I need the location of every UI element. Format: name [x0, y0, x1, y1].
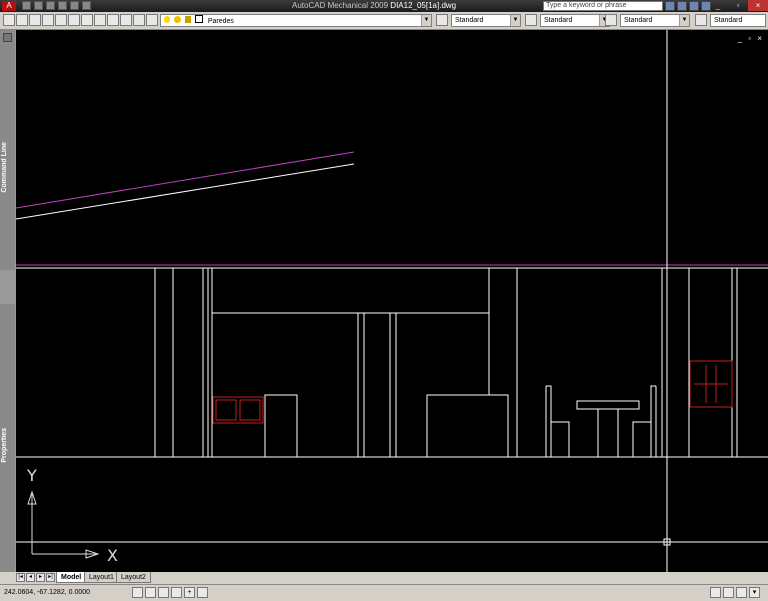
chevron-down-icon[interactable]: ▼: [421, 15, 431, 26]
polar-tracking-icon[interactable]: [171, 587, 182, 598]
status-menu-icon[interactable]: ▾: [749, 587, 760, 598]
lightbulb-icon: [164, 16, 170, 23]
roof-line-white: [16, 163, 355, 220]
layer-lock-icon[interactable]: [120, 14, 132, 26]
search-input[interactable]: Type a keyword or phrase: [543, 1, 663, 11]
close-icon[interactable]: [3, 33, 12, 42]
table-style-combo-value: Standard: [624, 17, 653, 24]
command-line-label: Command Line: [1, 142, 8, 193]
layer-walk-icon[interactable]: [68, 14, 80, 26]
text-style-combo-value: Standard: [455, 17, 484, 24]
coordinate-readout[interactable]: 242.0604, -67.1282, 0.0000: [4, 587, 90, 599]
layout-tabs-bar: |◂ ◂ ▸ ▸| Model Layout1 Layout2: [0, 572, 768, 583]
title-bar: A AutoCAD Mechanical 2009 DIA12_05[1a].d…: [0, 0, 768, 12]
layer-delete-icon[interactable]: [146, 14, 158, 26]
object-snap-icon[interactable]: +: [184, 587, 195, 598]
layer-properties-icon[interactable]: [3, 14, 15, 26]
layer-match-icon[interactable]: [81, 14, 93, 26]
search-button[interactable]: [665, 1, 675, 11]
table-style-combo[interactable]: Standard ▼: [620, 14, 690, 27]
dim-style-combo-value: Standard: [544, 17, 573, 24]
clean-screen-icon[interactable]: [736, 587, 747, 598]
table-style-icon[interactable]: [605, 14, 617, 26]
document-title: DIA12_05[1a].dwg: [390, 1, 457, 10]
favorites-icon[interactable]: [689, 1, 699, 11]
prev-tab-icon[interactable]: ◂: [26, 573, 35, 582]
layer-current-icon[interactable]: [133, 14, 145, 26]
sun-icon: [173, 16, 181, 23]
tab-layout1[interactable]: Layout1: [84, 572, 119, 583]
properties-label: Properties: [1, 428, 8, 463]
layer-unisolate-icon[interactable]: [55, 14, 67, 26]
redo-icon[interactable]: [82, 1, 91, 10]
status-bar: 242.0604, -67.1282, 0.0000 + ▾: [0, 584, 768, 601]
undo-icon[interactable]: [70, 1, 79, 10]
chair-and-table: [545, 385, 657, 457]
multileader-style-combo-value: Standard: [714, 17, 743, 24]
drawing-geometry: [16, 30, 768, 572]
minimize-button[interactable]: _: [708, 0, 728, 11]
layer-freeze-icon[interactable]: [107, 14, 119, 26]
red-windows: [212, 360, 733, 424]
properties-palette[interactable]: Properties: [0, 304, 15, 572]
save-icon[interactable]: [46, 1, 55, 10]
layer-isolate-icon[interactable]: [42, 14, 54, 26]
grid-display-icon[interactable]: [145, 587, 156, 598]
left-palette-dock: Command Line Properties: [0, 30, 17, 572]
dim-style-icon[interactable]: [525, 14, 537, 26]
tab-layout2[interactable]: Layout2: [116, 572, 151, 583]
drawing-canvas[interactable]: _ ▫ × Y X: [16, 30, 768, 572]
command-line-palette[interactable]: Command Line: [0, 30, 15, 270]
layer-states-icon[interactable]: [16, 14, 28, 26]
communication-center-icon[interactable]: [677, 1, 687, 11]
layer-combo[interactable]: Paredes ▼: [160, 14, 432, 27]
app-title: AutoCAD Mechanical 2009: [292, 1, 389, 10]
multileader-style-combo[interactable]: Standard: [710, 14, 766, 27]
layer-previous-icon[interactable]: [29, 14, 41, 26]
chevron-down-icon[interactable]: ▼: [679, 15, 689, 26]
text-style-combo[interactable]: Standard ▼: [451, 14, 521, 27]
object-snap-tracking-icon[interactable]: [197, 587, 208, 598]
application-menu-button[interactable]: A: [2, 1, 16, 11]
close-button[interactable]: ×: [748, 0, 768, 11]
ortho-mode-icon[interactable]: [158, 587, 169, 598]
snap-mode-icon[interactable]: [132, 587, 143, 598]
lock-ui-icon[interactable]: [723, 587, 734, 598]
first-tab-icon[interactable]: |◂: [16, 573, 25, 582]
ucs-y-label: Y: [27, 466, 37, 485]
window-title: AutoCAD Mechanical 2009 DIA12_05[1a].dwg: [292, 0, 456, 12]
layers-toolbar: Paredes ▼ Standard ▼ Standard ▼ Standard…: [0, 12, 768, 30]
multileader-style-icon[interactable]: [695, 14, 707, 26]
ucs-icon: [27, 490, 100, 559]
open-file-icon[interactable]: [34, 1, 43, 10]
chevron-down-icon[interactable]: ▼: [510, 15, 520, 26]
last-tab-icon[interactable]: ▸|: [46, 573, 55, 582]
tab-model[interactable]: Model: [56, 572, 87, 583]
lock-open-icon: [184, 16, 191, 23]
text-style-icon[interactable]: [436, 14, 448, 26]
tray-settings-icon[interactable]: [710, 587, 721, 598]
layer-off-icon[interactable]: [94, 14, 106, 26]
new-file-icon[interactable]: [22, 1, 31, 10]
print-icon[interactable]: [58, 1, 67, 10]
ucs-x-label: X: [107, 546, 118, 565]
dim-style-combo[interactable]: Standard ▼: [540, 14, 610, 27]
layer-color-swatch-icon: [194, 15, 203, 23]
next-tab-icon[interactable]: ▸: [36, 573, 45, 582]
layer-combo-value: Paredes: [207, 18, 234, 25]
maximize-button[interactable]: ▫: [728, 0, 748, 11]
roof-line-magenta: [16, 151, 355, 209]
wall-columns: [154, 268, 738, 458]
